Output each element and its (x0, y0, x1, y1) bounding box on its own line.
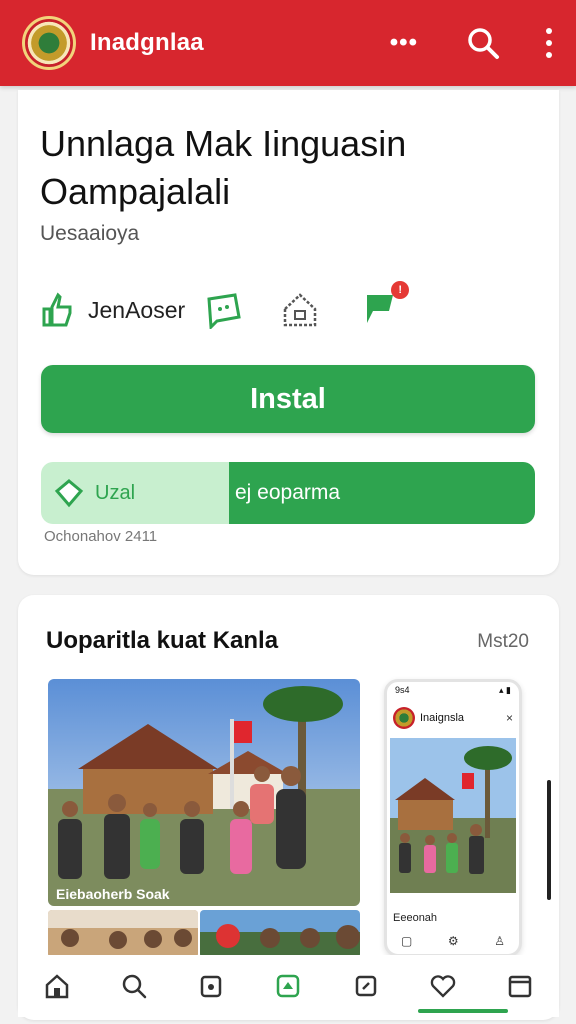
app-logo (22, 16, 76, 70)
split-action: Uzal ej eoparma (41, 462, 535, 524)
phone-status-bar: 9s4 ▴ ▮ (387, 682, 519, 699)
shield-icon (54, 479, 84, 508)
phone-user-icon: ♙ (494, 934, 505, 948)
phone-title: Inaignsla (420, 712, 465, 724)
close-icon: × (505, 711, 513, 725)
chat-icon (207, 293, 241, 329)
next-screenshot-peek[interactable] (547, 780, 551, 900)
screenshot-thumb-2[interactable] (200, 910, 360, 958)
page-title: Unnlaga Mak Iinguasin Oampajalali (40, 123, 407, 212)
phone-icon-row: ▢ ⚙ ♙ (401, 934, 505, 948)
house-icon (283, 293, 317, 327)
feature-label: JenAoser (88, 296, 186, 323)
nav-active-indicator (418, 1009, 508, 1013)
phone-label: Eeeonah (393, 912, 438, 924)
bottom-navigation (18, 955, 559, 1017)
phone-time: 9s4 (395, 685, 410, 695)
books-icon[interactable] (352, 972, 380, 1000)
heart-icon[interactable] (429, 972, 457, 1000)
split-left-label: Uzal (95, 481, 136, 504)
phone-photo (390, 738, 516, 893)
phone-screenshot[interactable]: 9s4 ▴ ▮ Inaignsla × Eeeonah ▢ ⚙ ♙ (384, 679, 522, 957)
developer-name[interactable]: Uesaaioya (40, 222, 139, 246)
split-left-button[interactable]: Uzal (41, 462, 229, 524)
thumbs-icon (42, 292, 72, 327)
thumb-photo (48, 910, 198, 958)
app-bar: Inadgnlaa ••• (0, 0, 576, 86)
split-right-button[interactable]: ej eoparma (229, 462, 535, 524)
screenshot-thumb-1[interactable] (48, 910, 198, 958)
phone-signal: ▴ ▮ (499, 685, 511, 695)
updated-date: Ochonahov 2411 (44, 528, 158, 545)
flag-badge: ! (363, 280, 410, 332)
notification-badge: ! (391, 280, 410, 299)
phone-file-icon: ▢ (401, 934, 413, 948)
games-icon[interactable] (274, 972, 302, 1000)
screenshot-main[interactable]: Eiebaoherb Soak (48, 679, 360, 906)
section-more-link[interactable]: Mst20 (477, 631, 529, 653)
app-info-card: Unnlaga Mak Iinguasin Oampajalali Uesaai… (18, 90, 559, 575)
phone-gear-icon: ⚙ (447, 934, 459, 948)
more-dots-button[interactable]: ••• (390, 29, 418, 57)
search-icon[interactable] (466, 26, 500, 60)
photo-caption: Eiebaoherb Soak (56, 886, 170, 902)
group-photo: Eiebaoherb Soak (48, 679, 360, 906)
library-icon[interactable] (506, 972, 534, 1000)
feature-row: JenAoser ! (40, 280, 410, 332)
search-nav-icon[interactable] (120, 972, 148, 1000)
thumb-photo (200, 910, 360, 958)
phone-header: Inaignsla × (387, 699, 519, 733)
section-title: Uoparitla kuat Kanla (46, 627, 279, 654)
apps-icon[interactable] (197, 972, 225, 1000)
kebab-icon[interactable] (544, 28, 554, 58)
phone-logo (393, 707, 415, 729)
app-title: Inadgnlaa (90, 29, 204, 56)
install-button[interactable]: Instal (41, 365, 535, 433)
home-icon[interactable] (43, 972, 71, 1000)
